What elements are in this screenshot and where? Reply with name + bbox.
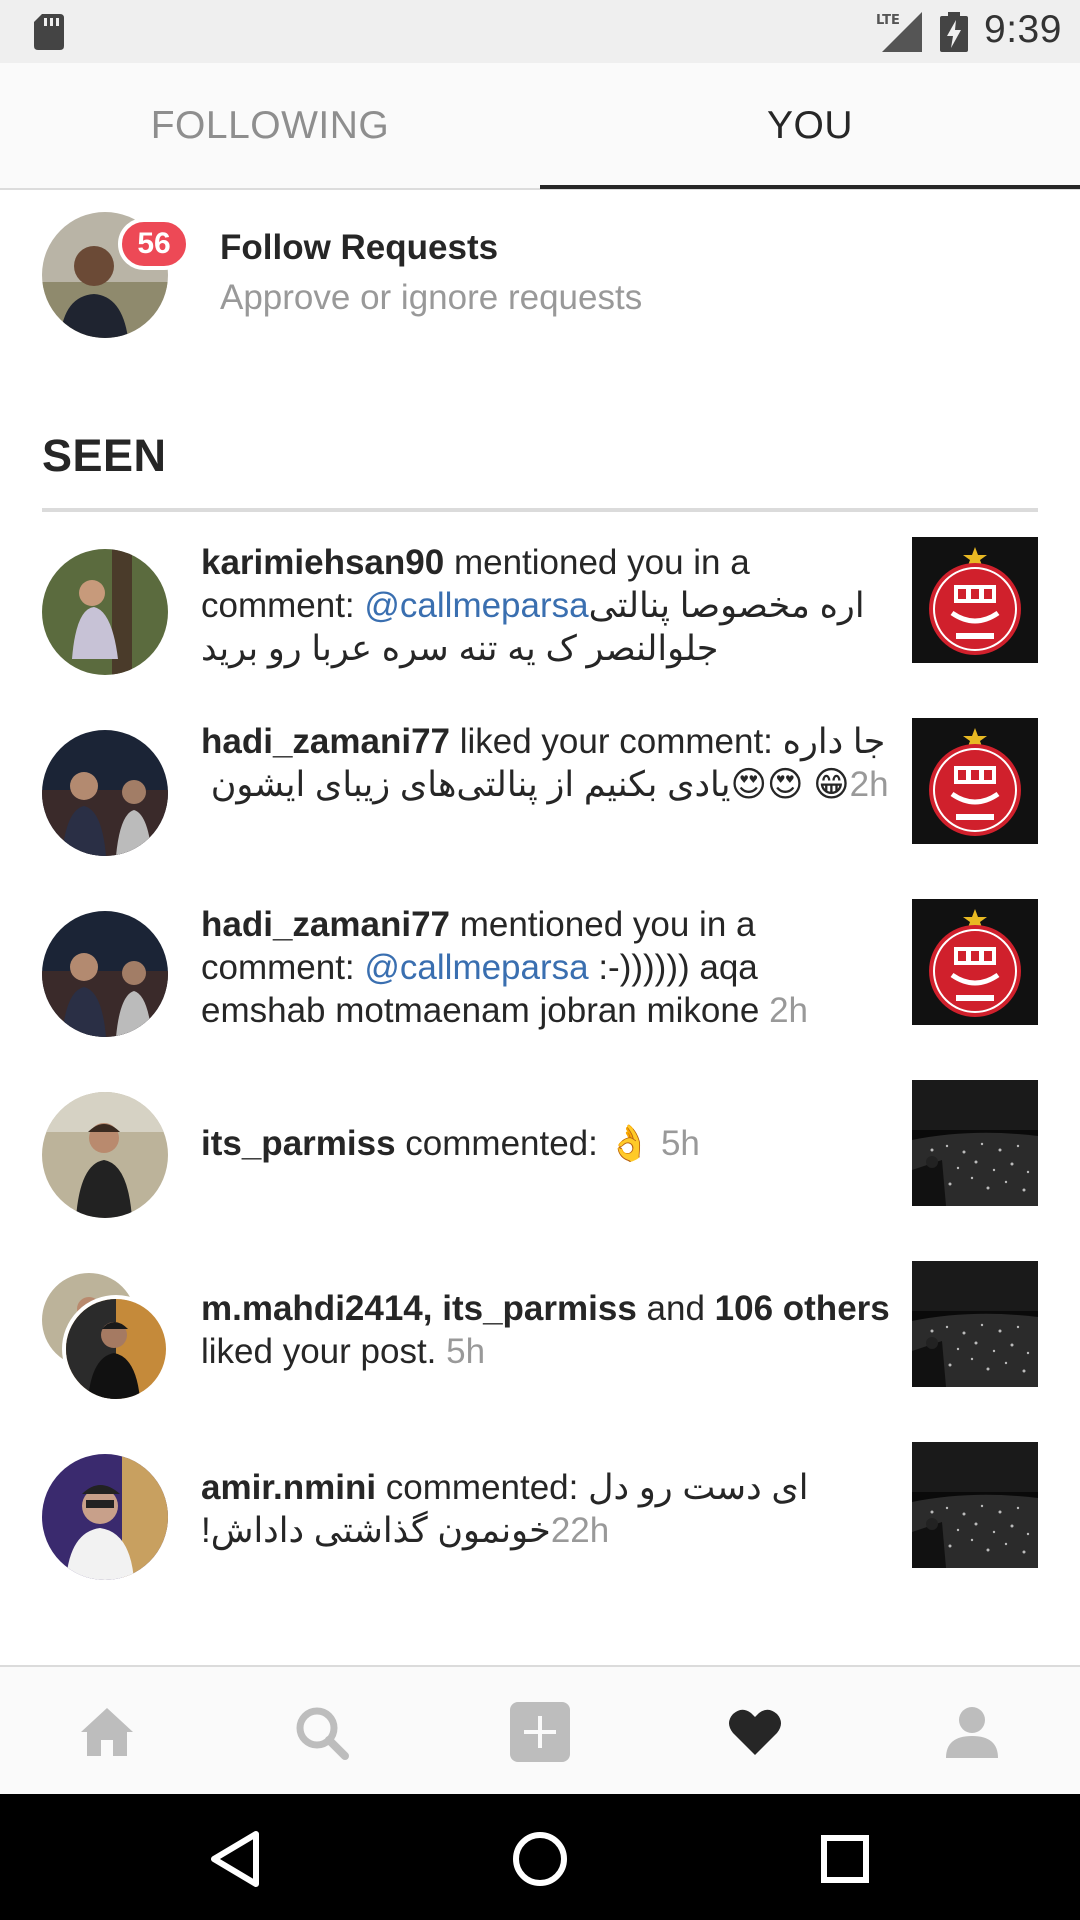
activity-text: hadi_zamani77 liked your comment: جا دار… (201, 720, 891, 806)
network-label: LTE (876, 13, 900, 28)
status-bar: LTE 9:39 (0, 0, 1080, 63)
username-link[interactable]: m.mahdi2414 (201, 1289, 423, 1328)
battery-icon (940, 12, 968, 52)
post-thumbnail[interactable] (912, 1442, 1038, 1568)
add-post-icon (510, 1702, 570, 1762)
list-item[interactable]: its_parmiss commented: 👌 5h (0, 1080, 1080, 1218)
nav-activity[interactable] (710, 1687, 800, 1777)
post-thumbnail[interactable] (912, 718, 1038, 844)
recents-icon[interactable] (810, 1824, 880, 1894)
others-link[interactable]: 106 others (715, 1289, 890, 1328)
avatar[interactable] (42, 1092, 168, 1218)
follow-requests-title: Follow Requests (220, 228, 499, 267)
activity-action: commented: (376, 1468, 589, 1507)
username-link[interactable]: its_parmiss (201, 1124, 396, 1163)
persepolis-logo-icon (912, 718, 1038, 844)
sd-card-icon (34, 14, 64, 50)
nav-home[interactable] (62, 1687, 152, 1777)
activity-text: its_parmiss commented: 👌 5h (201, 1122, 891, 1165)
profile-icon (946, 1707, 998, 1758)
emoji: 😍😍 (730, 765, 804, 804)
post-thumbnail[interactable] (912, 1261, 1038, 1387)
separator: , (422, 1289, 443, 1328)
nav-search[interactable] (276, 1687, 366, 1777)
night-city-photo-icon (912, 1442, 1038, 1568)
timestamp: 2h (769, 991, 808, 1030)
emoji: 😁 (803, 765, 850, 804)
activity-action: commented: (395, 1124, 608, 1163)
nav-add-post[interactable] (495, 1687, 585, 1777)
post-thumbnail[interactable] (912, 899, 1038, 1025)
system-navigation-bar (0, 1794, 1080, 1920)
follow-requests-row[interactable]: 56 Follow Requests Approve or ignore req… (0, 190, 1080, 360)
activity-text: amir.nmini commented: ای دست رو دل خونمو… (201, 1466, 891, 1552)
persepolis-logo-icon (912, 899, 1038, 1025)
timestamp: 5h (660, 1124, 700, 1163)
post-thumbnail[interactable] (912, 1080, 1038, 1206)
username-link[interactable]: hadi_zamani77 (201, 905, 450, 944)
follow-requests-count-badge: 56 (118, 218, 190, 270)
home-circle-icon[interactable] (505, 1824, 575, 1894)
list-item[interactable]: hadi_zamani77 mentioned you in a comment… (0, 899, 1080, 1037)
status-time: 9:39 (984, 8, 1062, 51)
activity-text: karimiehsan90 mentioned you in a comment… (201, 541, 891, 670)
conjunction: and (636, 1289, 715, 1328)
tab-you[interactable]: YOU (540, 63, 1080, 188)
timestamp: 5h (446, 1332, 486, 1371)
back-icon[interactable] (200, 1824, 270, 1894)
follow-requests-subtitle: Approve or ignore requests (220, 278, 643, 317)
username-link[interactable]: hadi_zamani77 (201, 722, 450, 761)
activity-action: liked your comment: (450, 722, 783, 761)
avatar[interactable] (62, 1295, 170, 1403)
mention-link[interactable]: @callmeparsa (364, 586, 588, 625)
mention-link[interactable]: @callmeparsa (364, 948, 588, 987)
username-link[interactable]: karimiehsan90 (201, 543, 444, 582)
activity-text: hadi_zamani77 mentioned you in a comment… (201, 903, 891, 1032)
timestamp: 2h (849, 765, 889, 804)
activity-action: liked your post. (201, 1332, 437, 1371)
avatar[interactable] (42, 1454, 168, 1580)
list-item[interactable]: amir.nmini commented: ای دست رو دل خونمو… (0, 1442, 1080, 1580)
avatar[interactable] (42, 549, 168, 675)
section-title: SEEN (42, 430, 167, 481)
tab-following[interactable]: FOLLOWING (0, 63, 540, 188)
emoji: 👌 (607, 1124, 652, 1163)
list-item[interactable]: m.mahdi2414, its_parmiss and 106 others … (0, 1261, 1080, 1403)
search-icon (296, 1707, 349, 1760)
active-tab-indicator (540, 185, 1080, 189)
post-thumbnail[interactable] (912, 537, 1038, 663)
activity-text: m.mahdi2414, its_parmiss and 106 others … (201, 1287, 891, 1373)
list-item[interactable]: karimiehsan90 mentioned you in a comment… (0, 537, 1080, 675)
lte-signal-icon: LTE (876, 12, 922, 52)
username-link[interactable]: its_parmiss (442, 1289, 637, 1328)
bottom-navigation (0, 1665, 1080, 1794)
divider (42, 508, 1038, 512)
list-item[interactable]: hadi_zamani77 liked your comment: جا دار… (0, 718, 1080, 856)
nav-profile[interactable] (927, 1687, 1017, 1777)
persepolis-logo-icon (912, 537, 1038, 663)
timestamp: 22h (550, 1511, 610, 1550)
username-link[interactable]: amir.nmini (201, 1468, 376, 1507)
avatar[interactable] (42, 730, 168, 856)
activity-tabs: FOLLOWING YOU (0, 63, 1080, 190)
heart-icon (729, 1709, 781, 1755)
night-city-photo-icon (912, 1261, 1038, 1387)
avatar[interactable] (42, 911, 168, 1037)
home-icon (81, 1708, 133, 1756)
night-city-photo-icon (912, 1080, 1038, 1206)
